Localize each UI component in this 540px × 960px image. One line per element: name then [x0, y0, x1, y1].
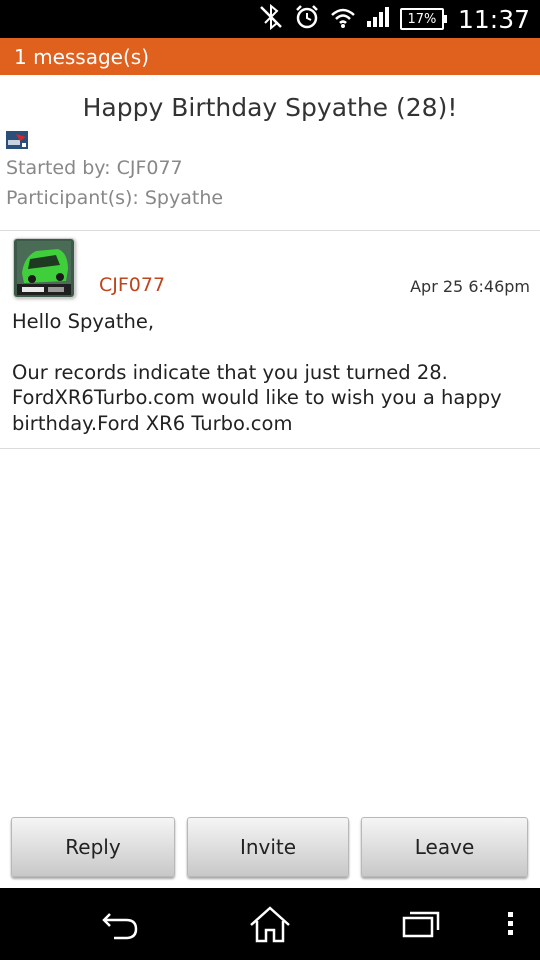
message-item: CJF077 Apr 25 6:46pm Hello Spyathe, Our …: [0, 230, 540, 449]
avatar[interactable]: [13, 238, 75, 298]
bluetooth-off-icon: [258, 3, 284, 34]
status-icons: 17% 11:37: [248, 0, 530, 38]
reply-button[interactable]: Reply: [11, 817, 175, 877]
clock: 11:37: [457, 4, 530, 34]
home-icon[interactable]: [249, 906, 291, 948]
back-icon[interactable]: [100, 906, 140, 946]
invite-button[interactable]: Invite: [187, 817, 349, 877]
message-text: Our records indicate that you just turne…: [12, 360, 502, 435]
leave-button[interactable]: Leave: [361, 817, 528, 877]
recent-apps-icon[interactable]: [402, 906, 440, 944]
alarm-icon: [294, 4, 320, 34]
signal-icon: [366, 6, 390, 32]
participants: Participant(s): Spyathe: [6, 187, 224, 209]
navigation-bar: [0, 888, 540, 960]
message-count-banner: 1 message(s): [0, 38, 540, 75]
message-author[interactable]: CJF077: [99, 274, 165, 296]
battery-icon: 17%: [399, 8, 447, 30]
started-by: Started by: CJF077: [6, 157, 183, 179]
status-bar: 17% 11:37: [0, 0, 540, 38]
message-greeting: Hello Spyathe,: [12, 310, 155, 333]
message-date: Apr 25 6:46pm: [410, 277, 530, 296]
forum-icon: [6, 131, 28, 149]
thread-title: Happy Birthday Spyathe (28)!: [82, 93, 458, 122]
message-body: Hello Spyathe, Our records indicate that…: [12, 309, 528, 436]
action-bar: Reply Invite Leave: [0, 815, 540, 885]
thread-header: Happy Birthday Spyathe (28)! Started by:…: [0, 75, 540, 231]
menu-icon[interactable]: [506, 906, 516, 944]
wifi-icon: [330, 5, 356, 33]
